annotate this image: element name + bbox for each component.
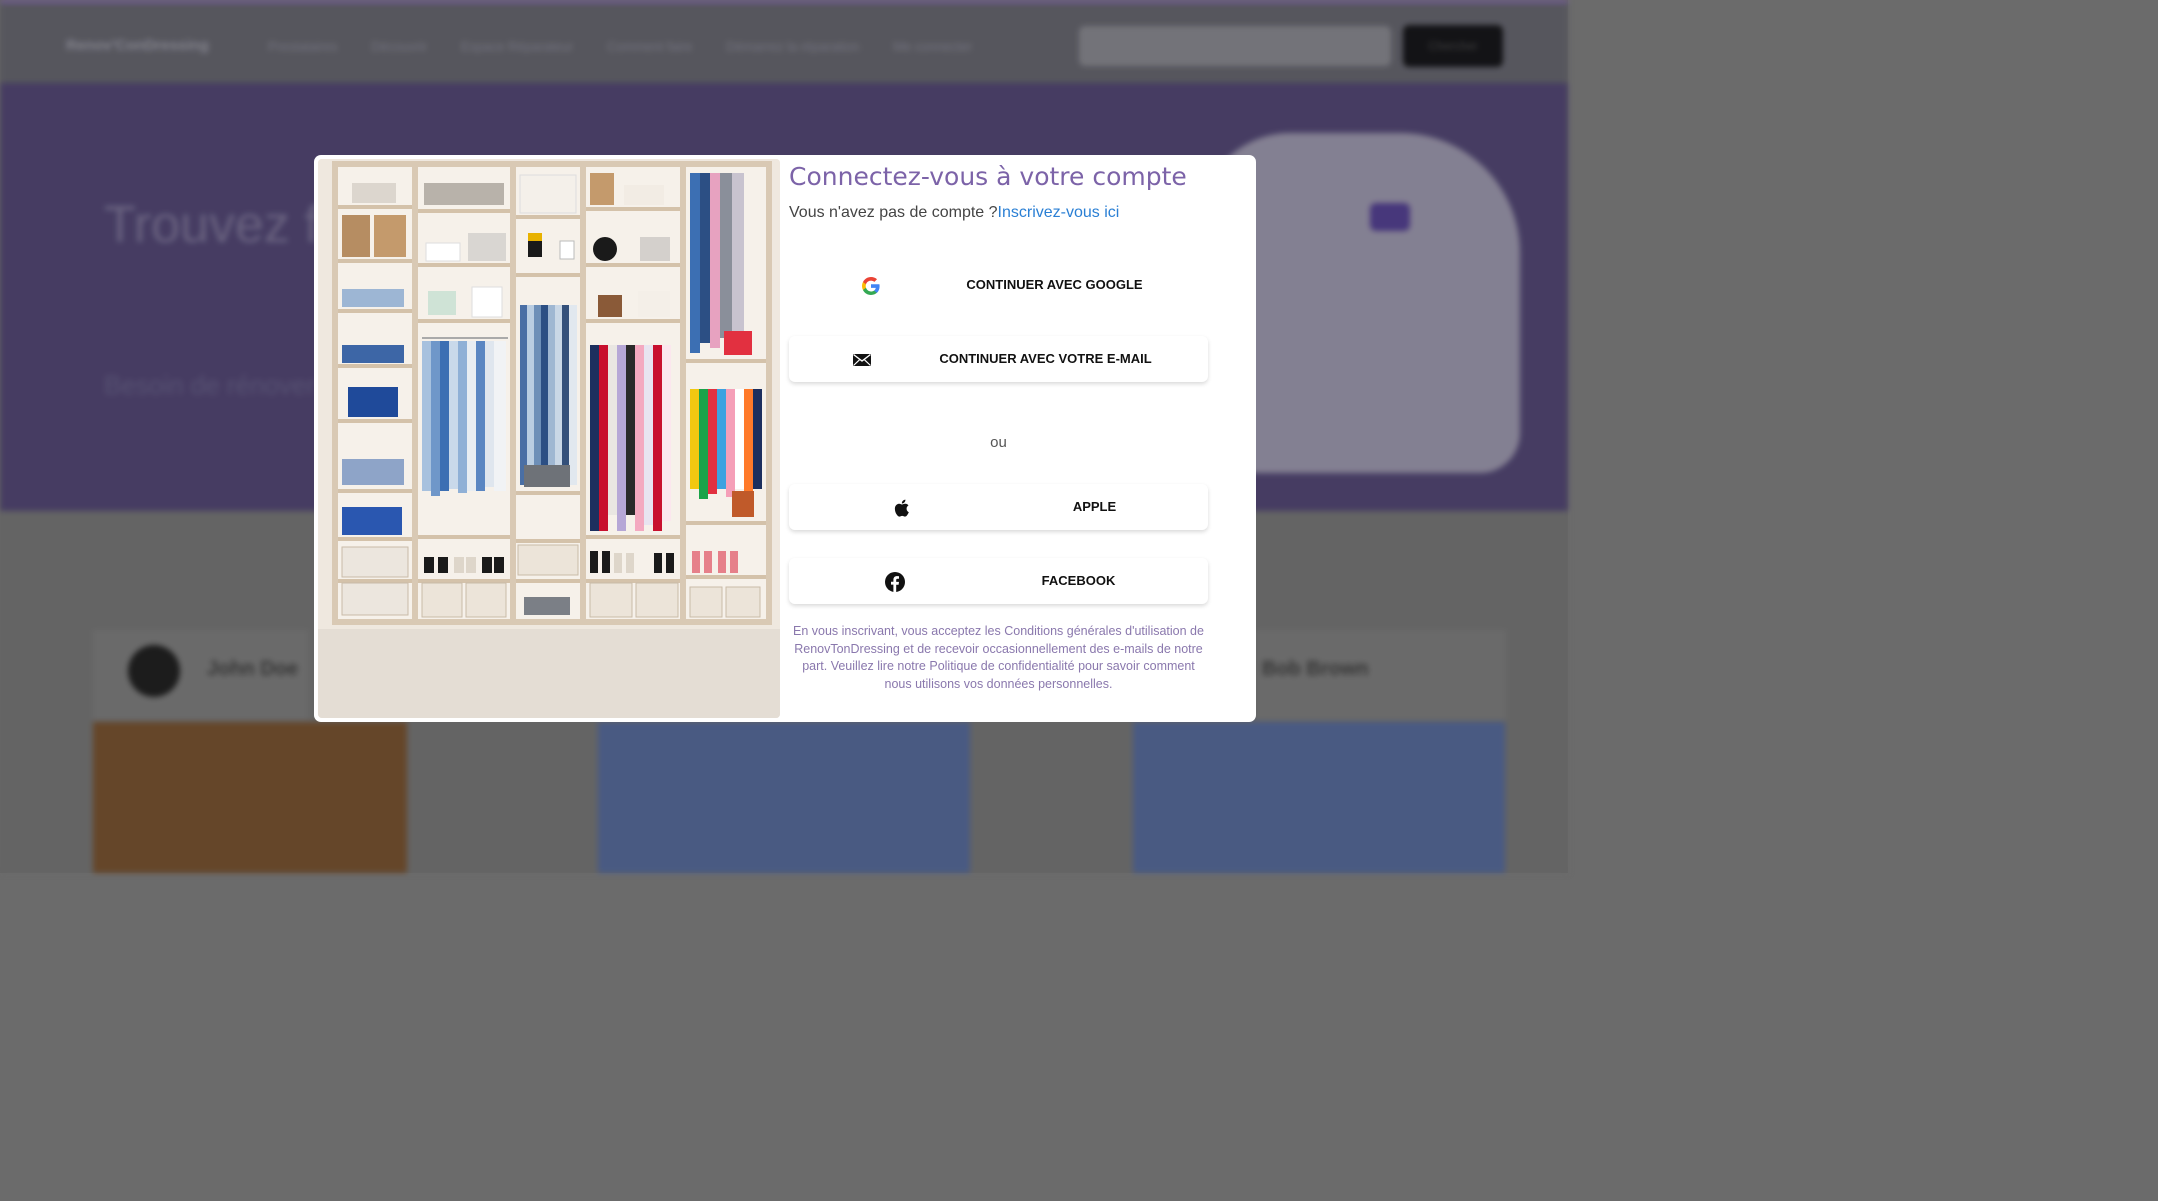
facebook-login-button[interactable]: FACEBOOK [789,558,1208,604]
or-separator: ou [990,434,1007,451]
login-modal: Connectez-vous à votre compte Vous n'ave… [314,155,1256,722]
wardrobe-illustration [318,159,780,718]
email-login-label: CONTINUER AVEC VOTRE E-MAIL [939,351,1152,366]
wardrobe-image [318,159,780,718]
signup-prompt: Vous n'avez pas de compte ?Inscrivez-vou… [789,204,1119,222]
modal-title: Connectez-vous à votre compte [789,162,1187,191]
apple-login-button[interactable]: APPLE [789,484,1208,530]
signup-link[interactable]: Inscrivez-vous ici [998,204,1120,221]
facebook-login-label: FACEBOOK [1041,573,1116,588]
google-login-label: CONTINUER AVEC GOOGLE [966,277,1143,292]
google-login-button[interactable]: CONTINUER AVEC GOOGLE [789,262,1208,308]
terms-notice: En vous inscrivant, vous acceptez les Co… [793,624,1204,691]
no-account-text: Vous n'avez pas de compte ? [789,204,998,221]
apple-login-label: APPLE [1072,499,1117,514]
email-login-button[interactable]: CONTINUER AVEC VOTRE E-MAIL [789,336,1208,382]
